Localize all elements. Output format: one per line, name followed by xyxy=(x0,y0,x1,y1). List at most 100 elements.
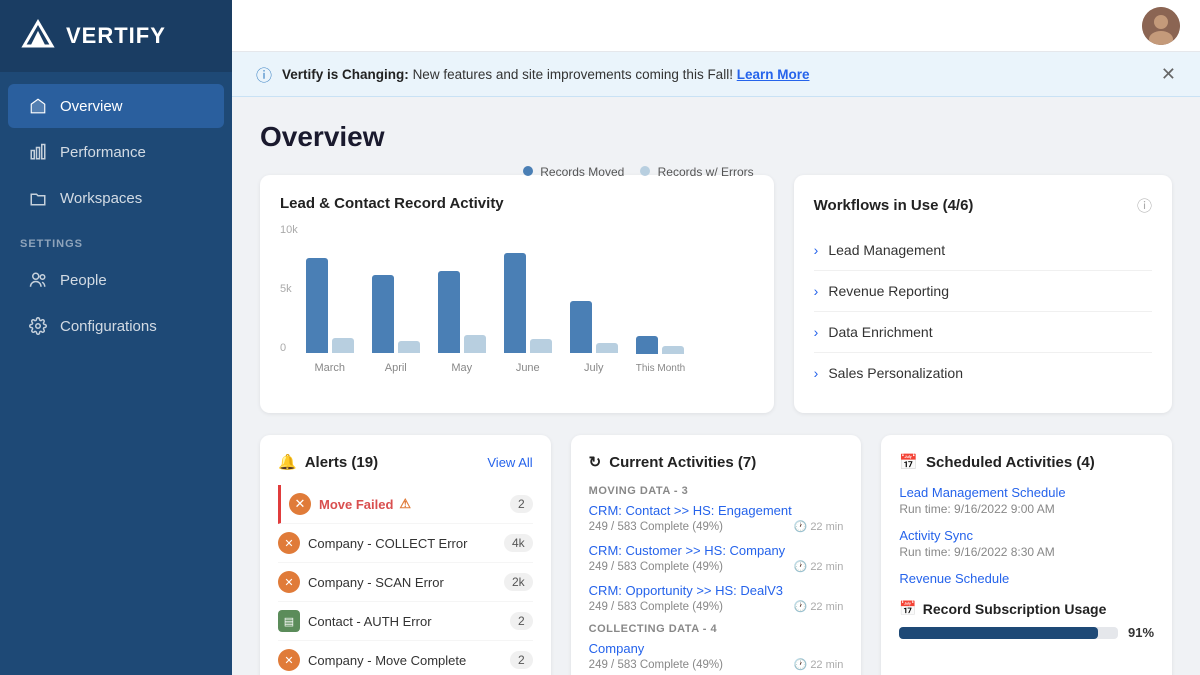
alerts-label: Alerts (19) xyxy=(305,454,378,471)
bar-label-june: June xyxy=(516,362,540,374)
alert-icon-auth: ▤ xyxy=(278,610,300,632)
activity-crm-contact: CRM: Contact >> HS: Engagement 249 / 583… xyxy=(589,503,844,533)
workflows-info-icon[interactable]: ⓘ xyxy=(1137,195,1152,216)
page-content: Overview Lead & Contact Record Activity … xyxy=(232,97,1200,675)
alert-name-move-complete: Company - Move Complete xyxy=(308,653,502,668)
activity-company: Company 249 / 583 Complete (49%) 🕐 22 mi… xyxy=(589,641,844,671)
alert-name-collect: Company - COLLECT Error xyxy=(308,536,496,551)
bar-group-june: June xyxy=(504,253,552,374)
gear-icon xyxy=(28,316,48,336)
sidebar-item-people-label: People xyxy=(60,272,107,289)
home-icon xyxy=(28,96,48,116)
bar-march-error xyxy=(332,338,354,353)
scheduled-count: 4 xyxy=(1081,454,1089,471)
chart-legend: Records Moved Records w/ Errors xyxy=(523,165,754,179)
alert-item-move-failed: ✕ Move Failed ⚠ 2 xyxy=(278,485,533,524)
learn-more-link[interactable]: Learn More xyxy=(737,67,810,82)
alert-item-scan-error: ✕ Company - SCAN Error 2k xyxy=(278,563,533,602)
scheduled-label: Scheduled Activities (4) xyxy=(926,454,1095,471)
chart-wrapper: 10k 5k 0 xyxy=(280,224,754,374)
avatar[interactable] xyxy=(1142,7,1180,45)
y-label-5k: 5k xyxy=(280,283,298,295)
sidebar-item-workspaces-label: Workspaces xyxy=(60,190,142,207)
scheduled-time-lead: Run time: 9/16/2022 9:00 AM xyxy=(899,502,1154,516)
activity-link-crm-contact[interactable]: CRM: Contact >> HS: Engagement xyxy=(589,503,844,518)
alert-badge-collect: 4k xyxy=(504,534,533,552)
workflow-name: Revenue Reporting xyxy=(828,283,949,299)
activities-card: ↻ Current Activities (7) MOVING DATA - 3… xyxy=(571,435,862,675)
activities-header: ↻ Current Activities (7) xyxy=(589,453,844,471)
collecting-label: COLLECTING DATA - 4 xyxy=(589,623,844,635)
bar-may-main xyxy=(438,271,460,353)
sidebar-item-people[interactable]: People xyxy=(8,258,224,302)
bars-area: March April xyxy=(306,224,754,374)
bar-march-main xyxy=(306,258,328,353)
scheduled-header: 📅 Scheduled Activities (4) xyxy=(899,453,1154,471)
y-label-10k: 10k xyxy=(280,224,298,236)
scheduled-link-lead[interactable]: Lead Management Schedule xyxy=(899,485,1154,500)
bar-july-main xyxy=(570,301,592,353)
activity-link-crm-customer[interactable]: CRM: Customer >> HS: Company xyxy=(589,543,844,558)
bar-label-march: March xyxy=(314,362,345,374)
workflow-item-lead-management[interactable]: › Lead Management xyxy=(814,230,1152,271)
banner-text: Vertify is Changing: New features and si… xyxy=(282,67,1151,82)
sidebar-item-performance[interactable]: Performance xyxy=(8,130,224,174)
banner-close-button[interactable]: ✕ xyxy=(1161,64,1176,85)
sidebar-item-configurations-label: Configurations xyxy=(60,318,157,335)
alerts-header: 🔔 Alerts (19) View All xyxy=(278,453,533,471)
workflow-item-sales-personalization[interactable]: › Sales Personalization xyxy=(814,353,1152,393)
bar-label-april: April xyxy=(385,362,407,374)
progress-pct: 91% xyxy=(1128,625,1154,640)
clock-icon: 🕐 xyxy=(794,520,808,533)
scheduled-link-revenue[interactable]: Revenue Schedule xyxy=(899,571,1154,586)
activity-progress-crm-contact: 249 / 583 Complete (49%) 🕐 22 min xyxy=(589,520,844,533)
legend-label-errors: Records w/ Errors xyxy=(658,165,754,179)
view-all-link[interactable]: View All xyxy=(487,455,532,470)
folder-icon xyxy=(28,188,48,208)
bar-chart: March April xyxy=(306,224,754,374)
workflow-item-data-enrichment[interactable]: › Data Enrichment xyxy=(814,312,1152,353)
alert-icon-move-complete: ✕ xyxy=(278,649,300,671)
sidebar-item-workspaces[interactable]: Workspaces xyxy=(8,176,224,220)
banner-bold: Vertify is Changing: xyxy=(282,67,409,82)
alerts-title: 🔔 Alerts (19) xyxy=(278,453,378,471)
sidebar-item-overview[interactable]: Overview xyxy=(8,84,224,128)
activity-crm-opportunity: CRM: Opportunity >> HS: DealV3 249 / 583… xyxy=(589,583,844,613)
progress-bar-fill xyxy=(899,627,1098,639)
bar-group-may: May xyxy=(438,271,486,374)
clock-icon: 🕐 xyxy=(794,600,808,613)
bar-label-july: July xyxy=(584,362,604,374)
bar-group-april: April xyxy=(372,275,420,374)
activity-progress-company: 249 / 583 Complete (49%) 🕐 22 min xyxy=(589,658,844,671)
top-bar xyxy=(232,0,1200,52)
bar-june-error xyxy=(530,339,552,353)
calendar-icon: 📅 xyxy=(899,453,918,471)
moving-label: MOVING DATA - 3 xyxy=(589,485,844,497)
users-icon xyxy=(28,270,48,290)
activity-time-company: 🕐 22 min xyxy=(794,658,844,671)
activity-time-crm-contact: 🕐 22 min xyxy=(794,520,844,533)
scheduled-item-activity-sync: Activity Sync Run time: 9/16/2022 8:30 A… xyxy=(899,528,1154,559)
vertify-logo-icon xyxy=(20,18,56,54)
logo-area: VERTIFY xyxy=(0,0,232,72)
alert-item-collect-error: ✕ Company - COLLECT Error 4k xyxy=(278,524,533,563)
workflow-item-revenue-reporting[interactable]: › Revenue Reporting xyxy=(814,271,1152,312)
bar-april-main xyxy=(372,275,394,353)
record-usage-label: Record Subscription Usage xyxy=(923,601,1107,617)
activity-link-crm-opportunity[interactable]: CRM: Opportunity >> HS: DealV3 xyxy=(589,583,844,598)
sidebar-item-configurations[interactable]: Configurations xyxy=(8,304,224,348)
y-label-0: 0 xyxy=(280,342,298,354)
alert-icon-scan: ✕ xyxy=(278,571,300,593)
alert-badge-move-complete: 2 xyxy=(510,651,533,669)
scheduled-link-activity-sync[interactable]: Activity Sync xyxy=(899,528,1154,543)
settings-label: SETTINGS xyxy=(0,222,232,256)
scheduled-time-activity-sync: Run time: 9/16/2022 8:30 AM xyxy=(899,545,1154,559)
chart-card: Lead & Contact Record Activity Records M… xyxy=(260,175,774,413)
bar-chart-icon xyxy=(28,142,48,162)
progress-bar-container: 91% xyxy=(899,625,1154,640)
bar-group-july: July xyxy=(570,301,618,374)
workflows-card: Workflows in Use (4/6) ⓘ › Lead Manageme… xyxy=(794,175,1172,413)
bar-label-thismonth: This Month xyxy=(636,363,685,374)
activity-link-company[interactable]: Company xyxy=(589,641,844,656)
bar-group-march: March xyxy=(306,258,354,374)
